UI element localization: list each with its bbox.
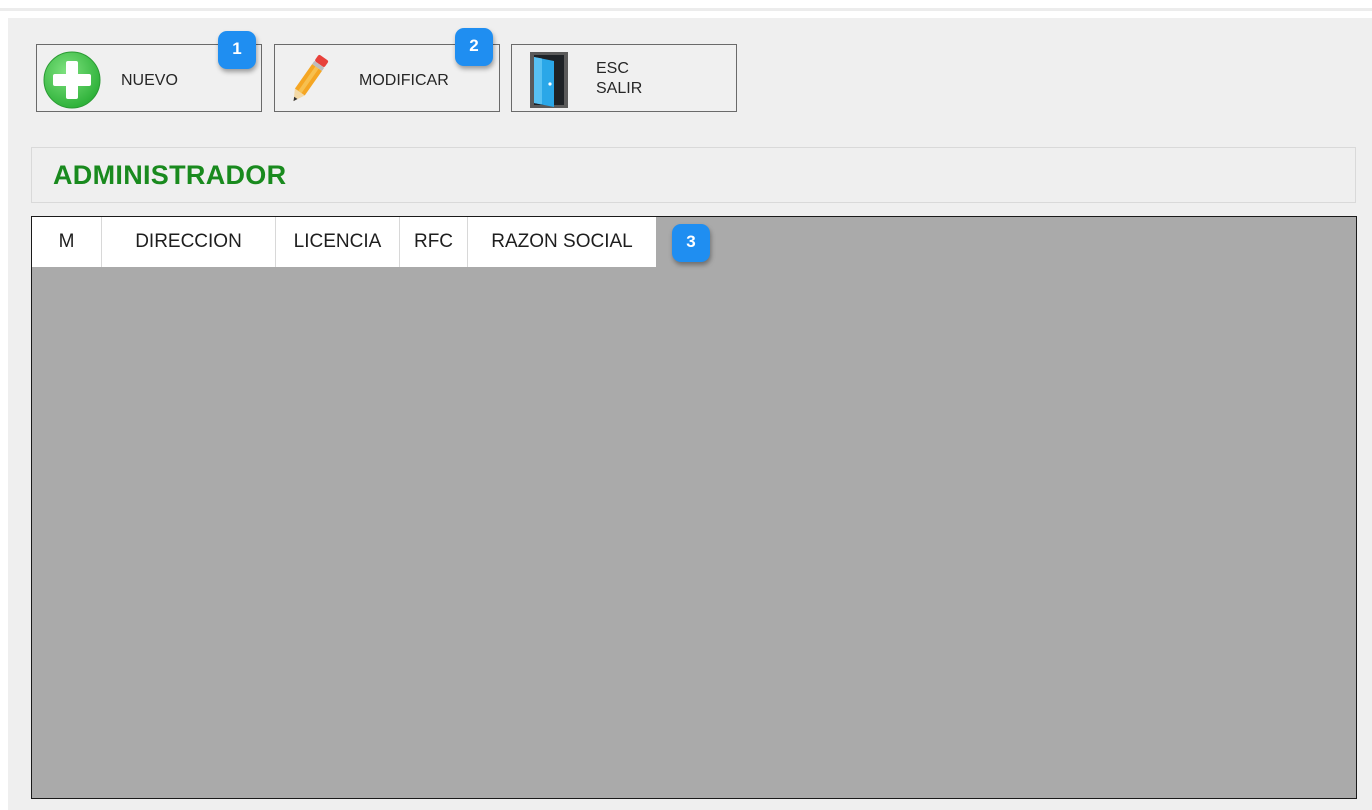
admin-window: NUEVO MODIFICAR ESC SALIR 1 2 ADMINISTRA… [8, 18, 1372, 810]
column-header-licencia[interactable]: LICENCIA [276, 217, 400, 267]
modificar-label: MODIFICAR [359, 72, 449, 89]
salir-button[interactable]: ESC SALIR [511, 44, 737, 112]
page-title: ADMINISTRADOR [53, 160, 287, 190]
title-bar: ADMINISTRADOR [31, 147, 1356, 203]
column-header-m[interactable]: M [32, 217, 102, 267]
salir-label: ESC SALIR [596, 60, 643, 97]
data-grid[interactable]: M DIRECCION LICENCIA RFC RAZON SOCIAL 3 [31, 216, 1357, 799]
door-icon [528, 51, 570, 114]
nuevo-label: NUEVO [121, 72, 178, 89]
step-badge-2: 2 [455, 28, 493, 66]
top-divider [0, 8, 1372, 11]
column-header-razon-social[interactable]: RAZON SOCIAL [468, 217, 656, 267]
grid-header: M DIRECCION LICENCIA RFC RAZON SOCIAL [32, 217, 656, 267]
column-header-rfc[interactable]: RFC [400, 217, 468, 267]
step-badge-1: 1 [218, 31, 256, 69]
plus-circle-icon [41, 49, 103, 116]
column-header-direccion[interactable]: DIRECCION [102, 217, 276, 267]
step-badge-3: 3 [672, 224, 710, 262]
pencil-icon [283, 51, 335, 112]
